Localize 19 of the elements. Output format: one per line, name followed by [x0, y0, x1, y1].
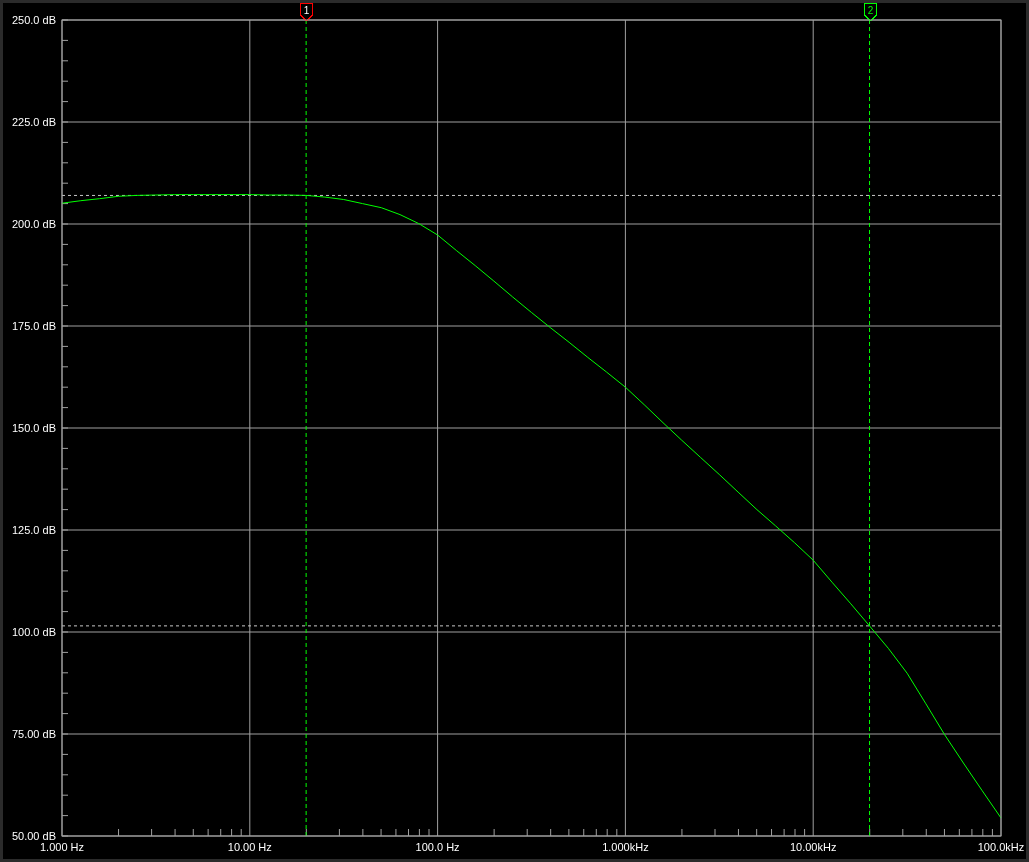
- y-axis-label: 100.0 dB: [11, 626, 56, 638]
- y-axis-label: 50.00 dB: [11, 830, 56, 842]
- y-axis-label: 200.0 dB: [11, 218, 56, 230]
- cursor-number: 1: [303, 5, 310, 16]
- cursor-number: 2: [867, 5, 874, 16]
- x-axis-label: 100.0kHz: [977, 841, 1025, 853]
- x-axis-label: 1.000kHz: [602, 841, 649, 853]
- y-axis-label: 150.0 dB: [11, 422, 56, 434]
- x-axis-label: 10.00 Hz: [227, 841, 272, 853]
- x-axis-label: 10.00kHz: [789, 841, 837, 853]
- y-axis-label: 125.0 dB: [11, 524, 56, 536]
- y-axis-label: 75.00 dB: [11, 728, 56, 740]
- cursor-line[interactable]: [305, 19, 307, 837]
- y-axis-label: 250.0 dB: [11, 14, 56, 26]
- y-axis-label: 175.0 dB: [11, 320, 56, 332]
- x-axis-label: 100.0 Hz: [415, 841, 460, 853]
- cursor-line[interactable]: [869, 19, 871, 837]
- y-axis-label: 225.0 dB: [11, 116, 56, 128]
- x-axis-label: 1.000 Hz: [40, 841, 84, 853]
